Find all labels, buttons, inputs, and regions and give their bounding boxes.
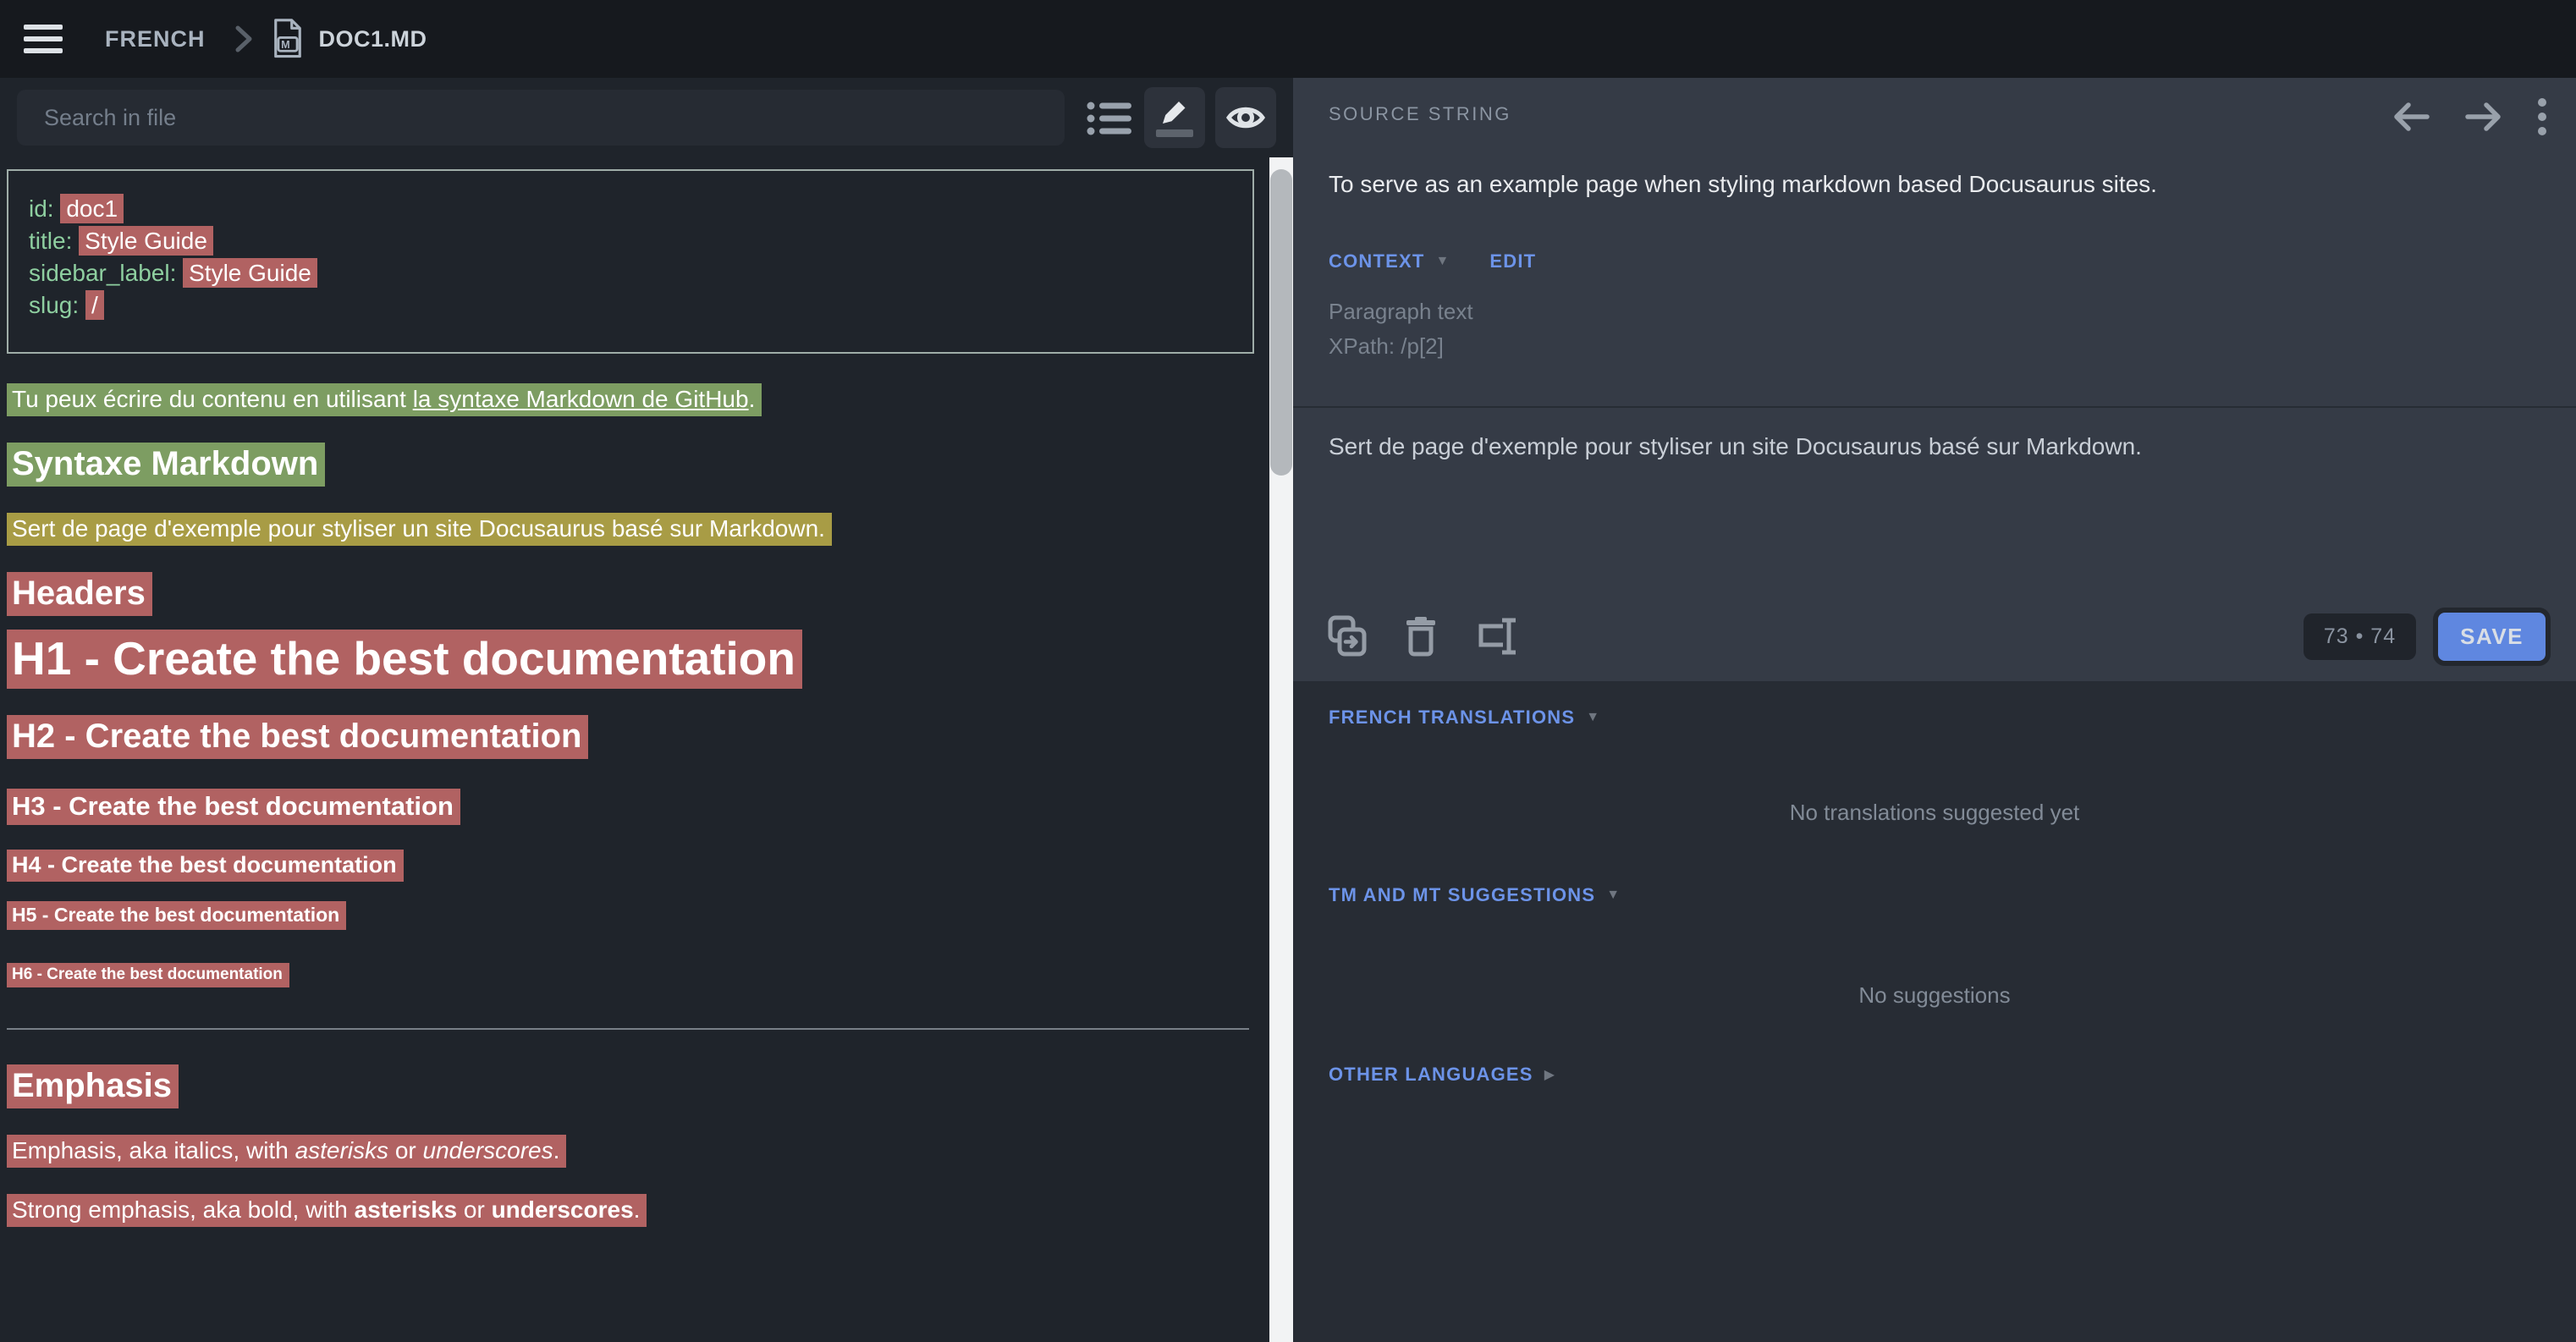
frontmatter-line: title: Style Guide bbox=[29, 225, 1234, 257]
context-info: Paragraph text XPath: /p[2] bbox=[1329, 294, 1473, 364]
section-expanded-icon: ▼ bbox=[1606, 888, 1620, 903]
string-h2[interactable]: H2 - Create the best documentation bbox=[7, 718, 1254, 756]
menu-icon[interactable] bbox=[24, 18, 63, 60]
scrollbar-thumb[interactable] bbox=[1270, 169, 1292, 476]
kebab-menu-icon bbox=[2537, 96, 2547, 137]
trash-icon bbox=[1403, 615, 1439, 657]
document-content-wrap: id: doc1title: Style Guidesidebar_label:… bbox=[7, 169, 1254, 1224]
context-xpath: XPath: /p[2] bbox=[1329, 329, 1473, 364]
source-text: To serve as an example page when styling… bbox=[1329, 171, 2530, 198]
next-string-button[interactable] bbox=[2464, 100, 2503, 134]
breadcrumb-chevron-icon bbox=[234, 25, 253, 53]
string-h3[interactable]: H3 - Create the best documentation bbox=[7, 791, 1254, 822]
translation-panel: SOURCE STRING bbox=[1293, 78, 2576, 1342]
copy-source-icon bbox=[1327, 615, 1368, 657]
string-markdown-intro[interactable]: Tu peux écrire du contenu en utilisant l… bbox=[7, 386, 1254, 413]
context-expanded-icon[interactable]: ▼ bbox=[1436, 254, 1450, 269]
context-type: Paragraph text bbox=[1329, 294, 1473, 329]
file-name: DOC1.MD bbox=[319, 26, 427, 52]
string-syntaxe-markdown[interactable]: Syntaxe Markdown bbox=[7, 445, 1254, 483]
string-h4[interactable]: H4 - Create the best documentation bbox=[7, 852, 1254, 878]
pencil-icon bbox=[1158, 98, 1192, 127]
save-button[interactable]: SAVE bbox=[2433, 608, 2551, 666]
suggestions-panel: FRENCH TRANSLATIONS ▼ No translations su… bbox=[1293, 681, 2576, 1342]
section-expanded-icon: ▼ bbox=[1586, 710, 1599, 725]
strings-list-icon[interactable] bbox=[1087, 98, 1132, 143]
frontmatter-value-string[interactable]: Style Guide bbox=[79, 226, 213, 256]
string-headers[interactable]: Headers bbox=[7, 575, 1254, 613]
section-collapsed-icon: ▶ bbox=[1544, 1066, 1555, 1083]
scrollbar[interactable] bbox=[1269, 157, 1293, 1342]
editor-panel: id: doc1title: Style Guidesidebar_label:… bbox=[0, 78, 1269, 1342]
frontmatter-value-string[interactable]: Style Guide bbox=[183, 258, 317, 288]
copy-source-button[interactable] bbox=[1327, 615, 1368, 657]
pencil-underline bbox=[1156, 129, 1193, 137]
search-row bbox=[0, 78, 1269, 159]
frontmatter-line: slug: / bbox=[29, 289, 1234, 322]
string-emphasis-italics[interactable]: Emphasis, aka italics, with asterisks or… bbox=[7, 1137, 1254, 1164]
edit-mode-button[interactable] bbox=[1144, 87, 1205, 148]
more-options-button[interactable] bbox=[2537, 96, 2547, 137]
string-h1[interactable]: H1 - Create the best documentation bbox=[7, 631, 1254, 685]
frontmatter-key: id: bbox=[29, 195, 60, 222]
string-emphasis-bold[interactable]: Strong emphasis, aka bold, with asterisk… bbox=[7, 1196, 1254, 1224]
section-other-languages[interactable]: OTHER LANGUAGES ▶ bbox=[1329, 1064, 1555, 1086]
frontmatter-line: id: doc1 bbox=[29, 193, 1234, 225]
string-emphasis-heading[interactable]: Emphasis bbox=[7, 1067, 1254, 1105]
eye-icon bbox=[1226, 104, 1265, 131]
string-h6[interactable]: H6 - Create the best documentation bbox=[7, 965, 1254, 984]
arrow-right-icon bbox=[2464, 100, 2503, 134]
translation-divider bbox=[1293, 406, 2576, 408]
previous-string-button[interactable] bbox=[2392, 100, 2430, 134]
horizontal-rule bbox=[7, 1028, 1249, 1030]
document-content: Tu peux écrire du contenu en utilisant l… bbox=[7, 386, 1254, 1224]
frontmatter-value-string[interactable]: / bbox=[85, 290, 104, 320]
context-toggle[interactable]: CONTEXT bbox=[1329, 250, 1425, 272]
no-translations-message: No translations suggested yet bbox=[1293, 800, 2576, 826]
frontmatter-key: slug: bbox=[29, 292, 85, 318]
frontmatter-key: sidebar_label: bbox=[29, 260, 183, 286]
section-french-translations[interactable]: FRENCH TRANSLATIONS ▼ bbox=[1329, 707, 1599, 729]
arrow-left-icon bbox=[2392, 100, 2430, 134]
char-counter: 73 • 74 bbox=[2304, 613, 2416, 660]
text-cursor-icon bbox=[1474, 615, 1520, 657]
delete-translation-button[interactable] bbox=[1403, 615, 1439, 657]
no-suggestions-message: No suggestions bbox=[1293, 982, 2576, 1009]
breadcrumb-file[interactable]: M DOC1.MD bbox=[272, 19, 427, 59]
breadcrumb-project[interactable]: FRENCH bbox=[105, 26, 206, 52]
frontmatter-line: sidebar_label: Style Guide bbox=[29, 257, 1234, 289]
svg-text:M: M bbox=[281, 39, 290, 51]
top-bar: FRENCH M DOC1.MD bbox=[0, 0, 2576, 78]
translation-toolbar: 73 • 74 SAVE bbox=[1293, 597, 2576, 681]
string-selected[interactable]: Sert de page d'exemple pour styliser un … bbox=[7, 515, 1254, 542]
edit-context-link[interactable]: EDIT bbox=[1489, 250, 1536, 272]
translation-input[interactable]: Sert de page d'exemple pour styliser un … bbox=[1329, 433, 2530, 460]
frontmatter-block: id: doc1title: Style Guidesidebar_label:… bbox=[7, 169, 1254, 354]
string-h5[interactable]: H5 - Create the best documentation bbox=[7, 904, 1254, 927]
section-tm-mt-suggestions[interactable]: TM AND MT SUGGESTIONS ▼ bbox=[1329, 884, 1620, 906]
frontmatter-key: title: bbox=[29, 228, 79, 254]
source-string-card: SOURCE STRING bbox=[1293, 78, 2576, 681]
markdown-file-icon: M bbox=[272, 19, 304, 59]
source-string-label: SOURCE STRING bbox=[1329, 103, 1511, 125]
preview-mode-button[interactable] bbox=[1215, 87, 1276, 148]
frontmatter-value-string[interactable]: doc1 bbox=[60, 194, 124, 223]
search-input[interactable] bbox=[17, 90, 1065, 146]
select-text-button[interactable] bbox=[1474, 615, 1520, 657]
